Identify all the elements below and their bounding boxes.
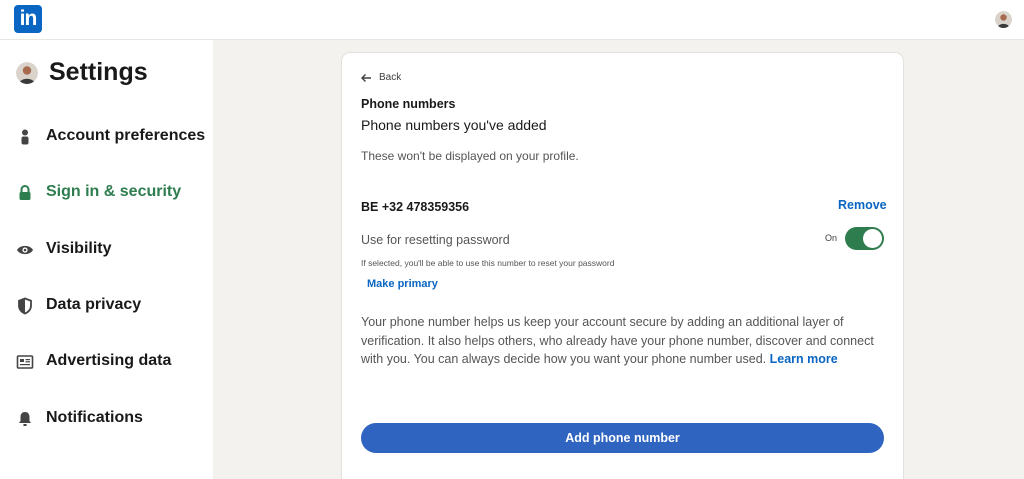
sidebar-item-label: Data privacy [46,296,142,313]
page-title: Settings [49,58,148,86]
avatar [16,62,38,84]
newspaper-icon [16,355,34,369]
toggle-state-label: On [825,233,838,243]
top-bar: in [0,0,1024,40]
sidebar-item-visibility[interactable]: Visibility [0,235,213,265]
sidebar-item-label: Visibility [46,240,112,257]
reset-password-helper: If selected, you'll be able to use this … [361,258,615,268]
linkedin-logo[interactable]: in [14,5,42,33]
sidebar-item-sign-in-security[interactable]: Sign in & security [0,178,213,208]
reset-password-label: Use for resetting password [361,233,510,247]
sidebar-item-label: Sign in & security [46,183,182,200]
phone-number: BE +32 478359356 [361,200,470,214]
sidebar-item-data-privacy[interactable]: Data privacy [0,291,213,321]
bell-icon [19,412,31,426]
sidebar-item-label: Advertising data [46,352,172,369]
learn-more-link[interactable]: Learn more [770,352,838,366]
back-label: Back [379,72,402,83]
sidebar-item-account-preferences[interactable]: Account preferences [0,122,213,152]
sidebar-item-notifications[interactable]: Notifications [0,404,213,434]
person-icon [21,129,29,145]
sidebar-item-advertising-data[interactable]: Advertising data [0,347,213,377]
privacy-note: These won't be displayed on your profile… [361,149,579,163]
remove-button[interactable]: Remove [838,198,887,212]
phone-info-text: Your phone number helps us keep your acc… [361,313,876,369]
section-title: Phone numbers [361,97,456,111]
sidebar-item-label: Notifications [46,409,143,426]
eye-icon [17,245,33,255]
make-primary-button[interactable]: Make primary [367,278,438,290]
lock-icon [19,185,31,200]
sidebar-item-label: Account preferences [46,127,206,144]
reset-password-toggle[interactable] [845,227,884,250]
shield-icon [18,297,32,315]
section-subtitle: Phone numbers you've added [361,117,547,133]
avatar[interactable] [995,11,1012,28]
settings-sidebar: Settings Account preferences Sign in & s… [0,40,213,479]
toggle-knob [863,229,882,248]
add-phone-number-button[interactable]: Add phone number [361,423,884,453]
arrow-left-icon [361,74,371,82]
